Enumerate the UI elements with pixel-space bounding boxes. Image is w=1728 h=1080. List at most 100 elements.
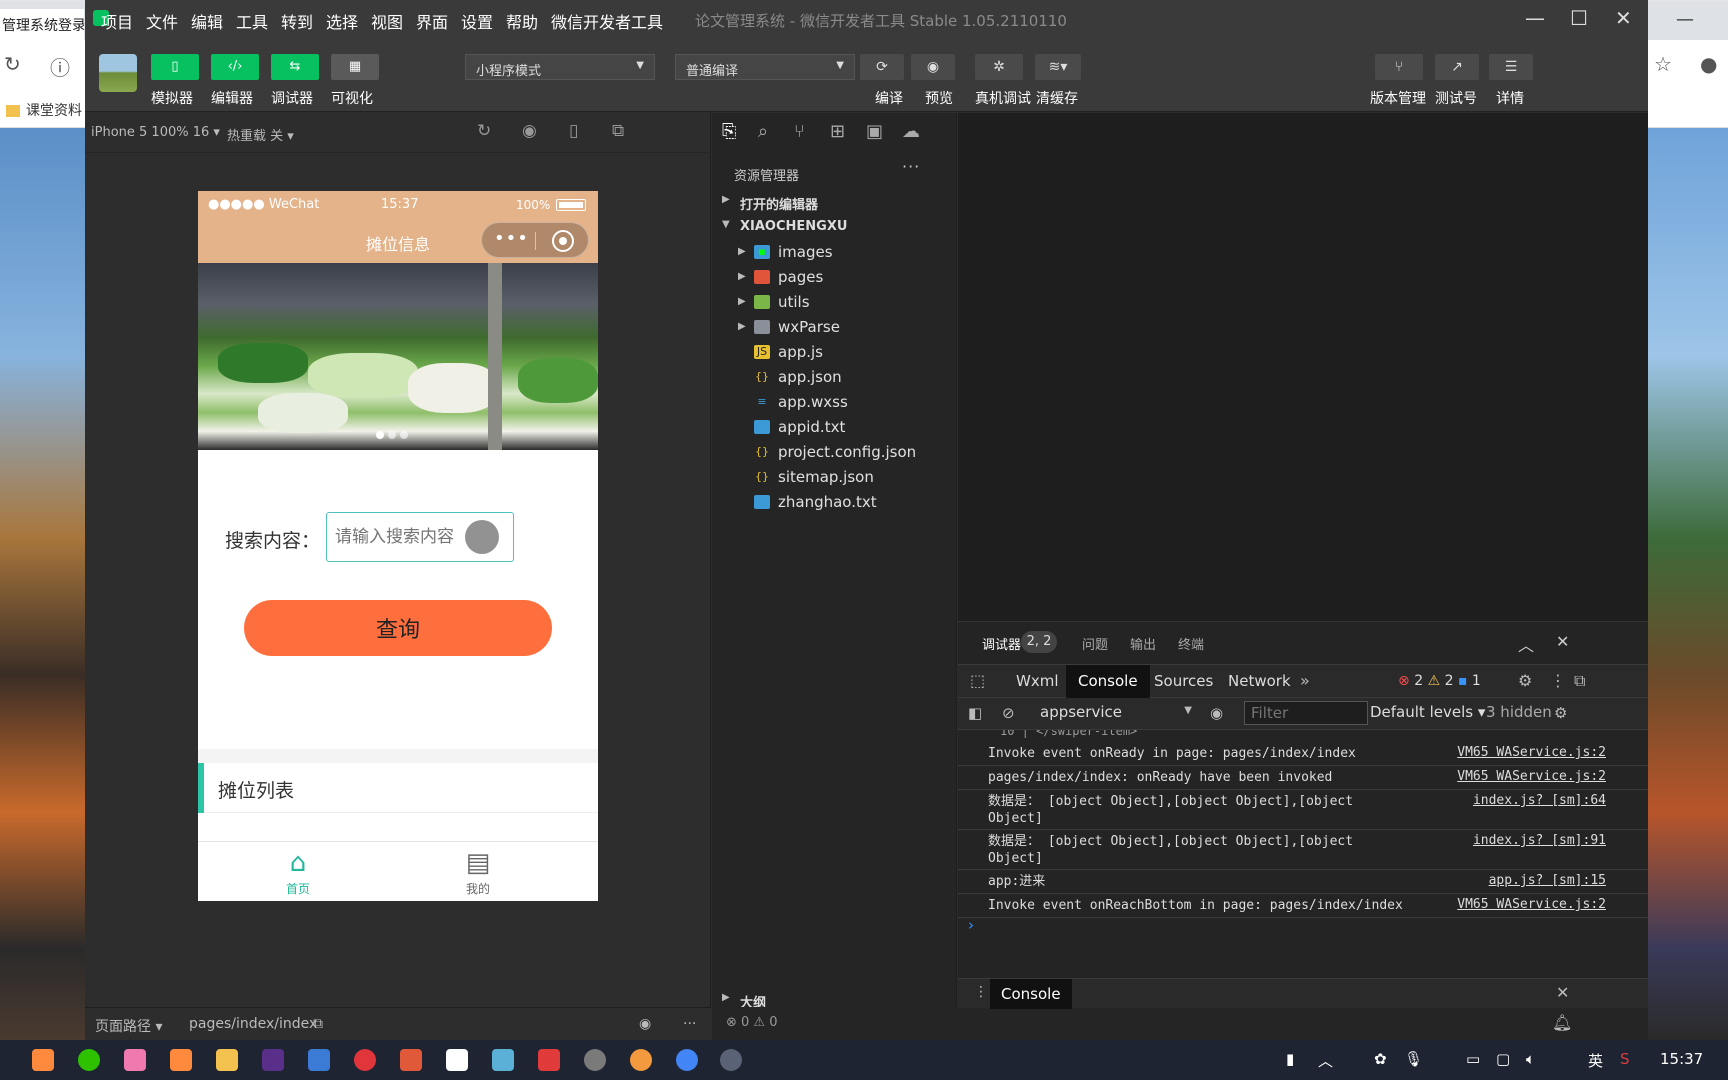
browser-minimize-icon[interactable]: — <box>1676 9 1694 30</box>
app-icon[interactable] <box>630 1049 652 1071</box>
monitor-icon[interactable]: ▢ <box>1496 1050 1510 1068</box>
query-button[interactable]: 查询 <box>244 600 552 656</box>
rotate-icon[interactable]: ↻ <box>477 121 491 141</box>
more-tabs-icon[interactable]: » <box>1300 671 1310 690</box>
eye-icon[interactable]: ◉ <box>1210 704 1223 722</box>
tab-network[interactable]: Network <box>1216 665 1303 698</box>
volume-icon[interactable]: 🔈︎ <box>1526 1050 1535 1068</box>
wps-icon[interactable] <box>538 1049 560 1071</box>
file-project-config[interactable]: {} project.config.json <box>712 440 957 465</box>
tab-terminal[interactable]: 终端 <box>1178 634 1204 653</box>
app-icon[interactable] <box>308 1049 330 1071</box>
app-icon[interactable] <box>32 1049 54 1071</box>
file-app-wxss[interactable]: ≡ app.wxss <box>712 390 957 415</box>
menu-help[interactable]: 帮助 <box>506 9 538 33</box>
browser-tab[interactable]: 管理系统登录 <box>0 9 84 41</box>
ide-icon[interactable] <box>262 1049 284 1071</box>
close-drawer-icon[interactable]: ✕ <box>1556 983 1569 1002</box>
kebab-menu-icon[interactable]: ⋮ <box>1550 671 1566 690</box>
folder-pages[interactable]: ▶ pages <box>712 265 957 290</box>
preview-button[interactable]: ◉ <box>911 54 955 80</box>
sidebar-toggle-icon[interactable]: ◧ <box>968 704 982 722</box>
reload-icon[interactable]: ↻ <box>4 52 21 76</box>
gear-icon[interactable]: ⚙ <box>1554 704 1567 722</box>
bookmark-folder[interactable]: 课堂资料 <box>6 100 82 120</box>
sogou-icon[interactable]: S <box>1620 1050 1630 1068</box>
clear-cache-button[interactable]: ≋▾ <box>1035 54 1081 80</box>
file-app-js[interactable]: JS app.js <box>712 340 957 365</box>
tab-home[interactable]: ⌂ 首页 <box>198 842 398 901</box>
visual-toggle-button[interactable]: ▦ <box>331 54 379 80</box>
devtools-taskbar-icon[interactable] <box>720 1049 742 1071</box>
log-source-link[interactable]: index.js? [sm]:91 <box>1473 833 1606 848</box>
star-icon[interactable]: ☆ <box>1654 52 1672 76</box>
menu-edit[interactable]: 编辑 <box>191 9 223 33</box>
swiper-dot-active[interactable] <box>376 431 384 439</box>
music-icon[interactable] <box>354 1049 376 1071</box>
console-prompt[interactable]: › <box>968 916 974 934</box>
minimize-icon[interactable]: — <box>1525 6 1545 30</box>
log-levels-select[interactable]: Default levels ▾ <box>1370 703 1485 721</box>
kebab-menu-icon[interactable]: ⋮ <box>974 984 988 1000</box>
copy-icon[interactable]: ⧉ <box>313 1016 323 1032</box>
close-miniprogram-icon[interactable] <box>552 230 574 252</box>
outline-section[interactable]: ▶ 大纲 <box>712 987 957 1011</box>
settings-icon[interactable] <box>584 1049 606 1071</box>
folder-utils[interactable]: ▶ utils <box>712 290 957 315</box>
swiper-dot[interactable] <box>388 431 396 439</box>
menu-file[interactable]: 文件 <box>146 9 178 33</box>
compile-mode-select[interactable]: 普通编译 ▼ <box>675 54 855 80</box>
chevron-up-icon[interactable]: ︿ <box>1318 1050 1333 1071</box>
tray-app-icon[interactable]: ✿ <box>1374 1050 1387 1068</box>
menu-devtools[interactable]: 微信开发者工具 <box>551 9 663 33</box>
close-panel-icon[interactable]: ✕ <box>1556 632 1569 651</box>
editor-toggle-button[interactable]: ‹/› <box>211 54 259 80</box>
eye-icon[interactable]: ◉ <box>639 1016 651 1032</box>
drawer-tab-console[interactable]: Console <box>990 979 1072 1009</box>
file-explorer-icon[interactable] <box>216 1049 238 1071</box>
real-device-debug-button[interactable]: ✲ <box>975 54 1023 80</box>
file-appid-txt[interactable]: appid.txt <box>712 415 957 440</box>
app-icon[interactable] <box>492 1049 514 1071</box>
tab-console[interactable]: Console <box>1066 665 1150 698</box>
log-source-link[interactable]: app.js? [sm]:15 <box>1489 873 1606 888</box>
details-button[interactable]: ☰ <box>1489 54 1533 80</box>
problem-counts[interactable]: ⊗ 0 ⚠ 0 <box>726 1015 778 1030</box>
folder-wxparse[interactable]: ▶ wxParse <box>712 315 957 340</box>
mode-select[interactable]: 小程序模式 ▼ <box>465 54 655 80</box>
more-icon[interactable]: ··· <box>683 1016 696 1032</box>
issue-counts[interactable]: ⊗ 2 ⚠ 2 ▪ 1 <box>1398 673 1481 689</box>
ime-indicator[interactable]: 英 <box>1588 1050 1603 1071</box>
info-icon[interactable]: ⓘ <box>50 52 70 81</box>
project-section[interactable]: ▼ XIAOCHENGXU <box>712 214 957 240</box>
log-source-link[interactable]: index.js? [sm]:64 <box>1473 793 1606 808</box>
explorer-more-icon[interactable]: ··· <box>902 157 920 176</box>
open-editors-section[interactable]: ▶ 打开的编辑器 <box>712 189 957 215</box>
record-icon[interactable]: ◉ <box>522 121 537 141</box>
version-control-button[interactable]: ⑂ <box>1375 54 1423 80</box>
file-app-json[interactable]: {} app.json <box>712 365 957 390</box>
context-select[interactable]: appservice ▼ <box>1036 701 1196 725</box>
chrome-icon[interactable] <box>676 1049 698 1071</box>
tab-wxml[interactable]: Wxml <box>1004 665 1071 698</box>
clock[interactable]: 15:37 <box>1660 1050 1703 1068</box>
battery-icon[interactable]: ▮ <box>1286 1050 1294 1068</box>
simulator-toggle-button[interactable]: ▯ <box>151 54 199 80</box>
debugger-toggle-button[interactable]: ⇆ <box>271 54 319 80</box>
chevron-up-icon[interactable]: ︿ <box>1518 632 1534 656</box>
dock-icon[interactable]: ⧉ <box>1574 671 1585 691</box>
tab-debugger[interactable]: 调试器 <box>982 634 1021 653</box>
more-dots-icon[interactable]: ••• <box>494 228 529 249</box>
hot-reload-select[interactable]: 热重载 关 ▾ <box>227 125 294 144</box>
app-icon[interactable] <box>446 1049 468 1071</box>
detach-window-icon[interactable]: ⧉ <box>612 121 624 141</box>
app-icon[interactable] <box>400 1049 422 1071</box>
storage-icon[interactable]: ▣ <box>866 121 883 142</box>
test-account-button[interactable]: ↗ <box>1435 54 1479 80</box>
gear-icon[interactable]: ⚙ <box>1518 671 1532 690</box>
menu-interface[interactable]: 界面 <box>416 9 448 33</box>
phone-icon[interactable]: ▯ <box>569 121 578 141</box>
menu-settings[interactable]: 设置 <box>461 9 493 33</box>
inspect-icon[interactable]: ⬚ <box>970 671 985 690</box>
page-path-select[interactable]: 页面路径 ▾ <box>95 1016 162 1036</box>
